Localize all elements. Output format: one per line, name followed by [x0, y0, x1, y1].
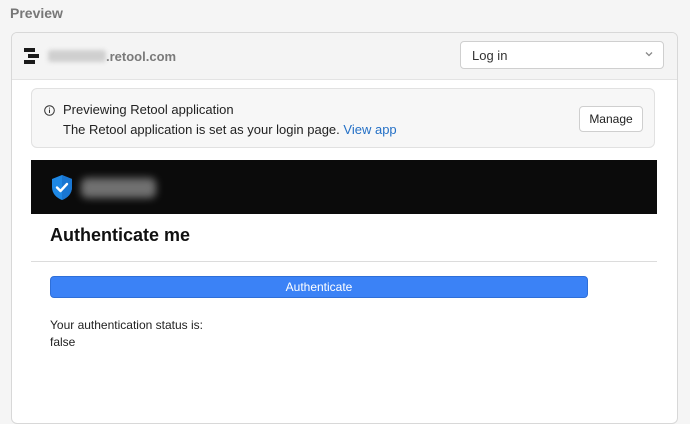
manage-button[interactable]: Manage [579, 106, 643, 132]
domain-suffix: .retool.com [106, 49, 177, 64]
divider [31, 261, 657, 262]
section-title: Preview [10, 5, 63, 21]
page-select[interactable]: Log in [460, 41, 664, 69]
preview-topbar: .retool.com Log in [12, 33, 677, 80]
chevron-down-icon [645, 52, 653, 57]
app-header [31, 160, 657, 214]
redacted-subdomain [48, 50, 106, 62]
domain-text: .retool.com [48, 49, 176, 64]
status-label: Your authentication status is: [50, 318, 203, 332]
info-icon [44, 105, 55, 116]
banner-description: The Retool application is set as your lo… [63, 122, 397, 137]
banner-desc-text: The Retool application is set as your lo… [63, 122, 340, 137]
status-value: false [50, 335, 76, 349]
authenticate-button[interactable]: Authenticate [50, 276, 588, 298]
page-select-value: Log in [472, 48, 508, 63]
redacted-brand-name [81, 178, 156, 198]
preview-frame: .retool.com Log in Previewing Retool app… [11, 32, 678, 424]
view-app-link[interactable]: View app [343, 122, 396, 137]
banner-title: Previewing Retool application [63, 102, 234, 117]
retool-logo-icon [24, 48, 39, 64]
page-title: Authenticate me [50, 225, 191, 245]
preview-banner: Previewing Retool application The Retool… [31, 88, 655, 148]
shield-check-icon [52, 175, 72, 200]
